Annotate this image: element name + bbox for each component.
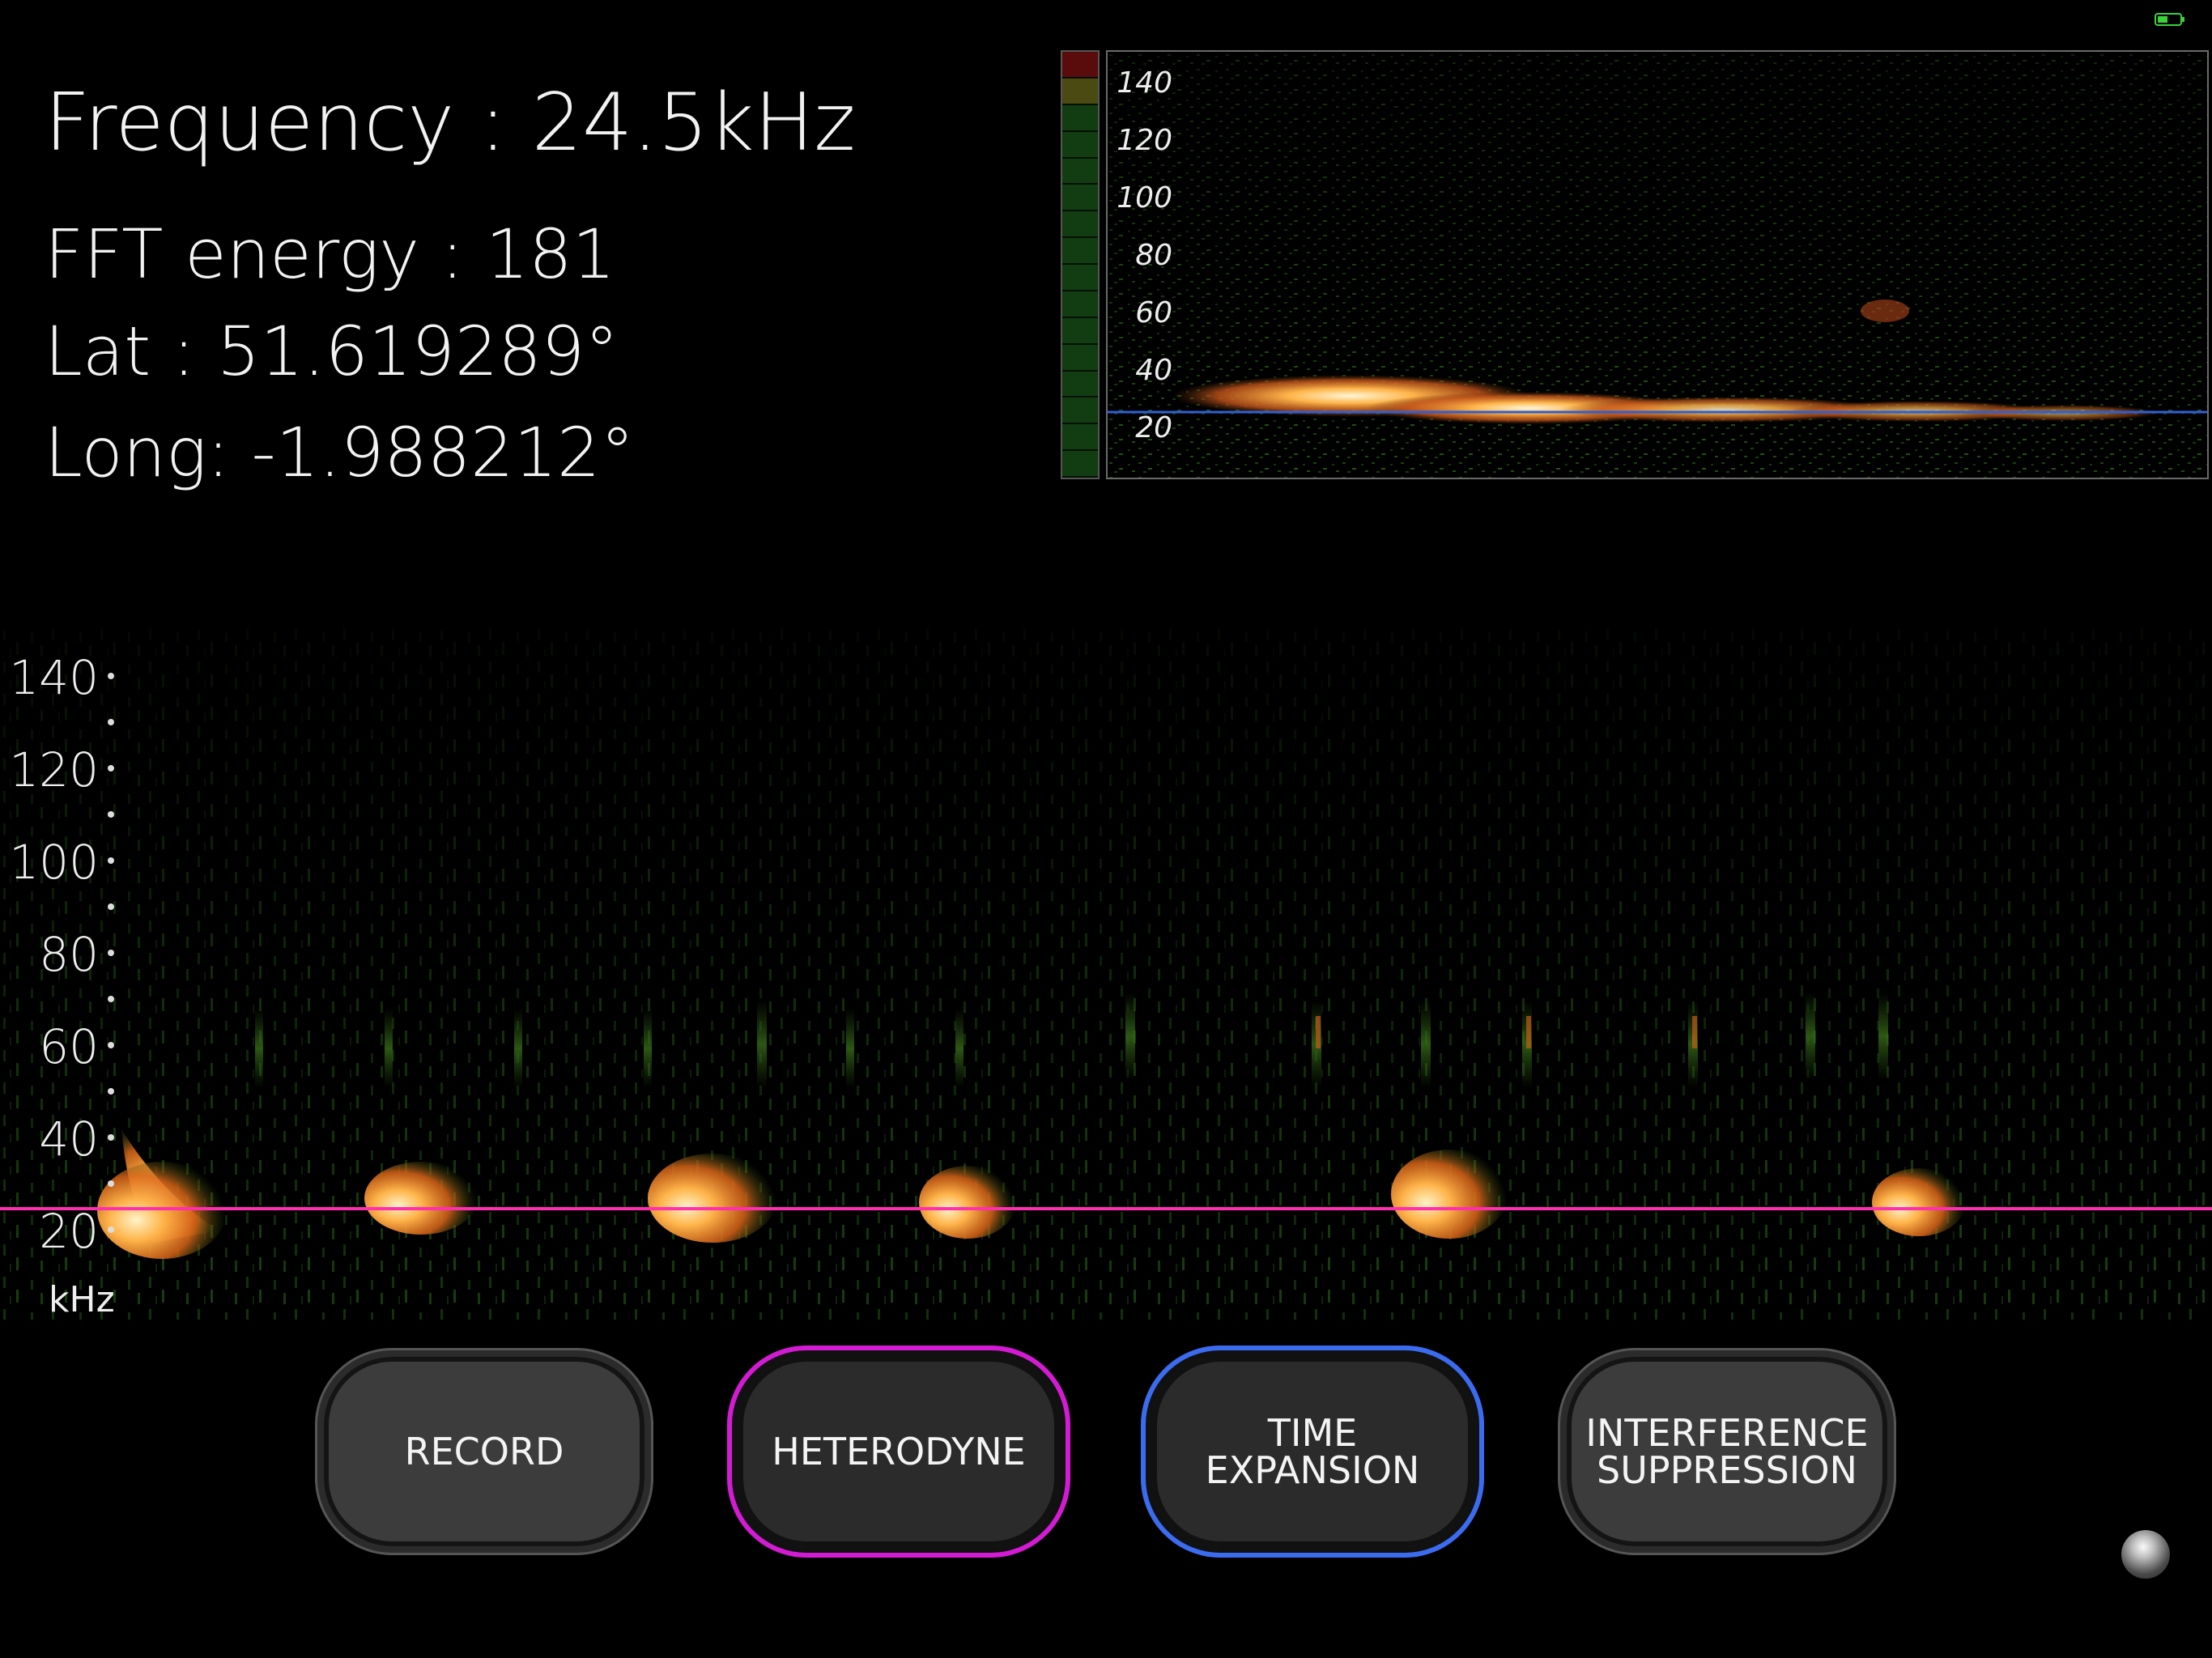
mini-axis-tick-label: 80	[1135, 239, 1172, 272]
fft-energy-readout: FFT energy : 181	[45, 215, 615, 294]
axis-dot	[108, 996, 114, 1002]
light-orb-icon[interactable]	[2121, 1530, 2170, 1579]
axis-tick-label: 60	[39, 1019, 99, 1074]
time-expansion-button-label: TIME EXPANSION	[1205, 1411, 1420, 1492]
interference-suppression-button-label: INTERFERENCE SUPPRESSION	[1585, 1411, 1869, 1492]
axis-dot	[108, 903, 114, 910]
record-button[interactable]: RECORD	[317, 1350, 651, 1553]
axis-tick-label: 20	[39, 1204, 99, 1259]
time-expansion-button[interactable]: TIME EXPANSION	[1146, 1350, 1479, 1553]
mini-spectrogram: 140 120 100 80 60 40 20	[1106, 50, 2209, 479]
axis-dot	[108, 719, 114, 725]
mini-axis-tick-label: 100	[1117, 181, 1172, 215]
heterodyne-button-label: HETERODYNE	[772, 1430, 1026, 1473]
axis-dot	[108, 1088, 114, 1095]
main-spectrogram: 140 120 100 80 60 40 20	[0, 627, 2212, 1320]
axis-dot	[108, 1180, 114, 1187]
axis-dot	[108, 1226, 114, 1233]
latitude-readout: Lat : 51.619289°	[45, 312, 619, 391]
battery-icon	[2155, 13, 2184, 26]
frequency-readout: Frequency : 24.5kHz	[45, 77, 856, 169]
mini-axis-tick-label: 60	[1135, 296, 1172, 329]
axis-dot	[108, 811, 114, 818]
axis-tick-label: 140	[9, 650, 99, 705]
axis-unit-label: kHz	[49, 1279, 115, 1320]
axis-dot	[108, 765, 114, 772]
axis-dot	[108, 1042, 114, 1048]
axis-dot	[108, 673, 114, 679]
mini-axis-tick-label: 120	[1117, 124, 1172, 157]
axis-tick-label: 100	[9, 835, 99, 890]
axis-dot	[108, 857, 114, 864]
axis-tick-label: 40	[39, 1112, 99, 1167]
record-button-label: RECORD	[404, 1430, 564, 1473]
longitude-readout: Long: -1.988212°	[45, 413, 635, 492]
heterodyne-button[interactable]: HETERODYNE	[732, 1350, 1066, 1553]
interference-suppression-button[interactable]: INTERFERENCE SUPPRESSION	[1560, 1350, 1894, 1553]
mini-axis-tick-label: 40	[1135, 354, 1172, 387]
axis-dot	[108, 1134, 114, 1141]
axis-tick-label: 120	[9, 742, 99, 797]
axis-tick-label: 80	[39, 927, 99, 982]
axis-dot	[108, 950, 114, 956]
level-meter	[1061, 50, 1100, 479]
mini-axis-tick-label: 20	[1135, 411, 1172, 444]
mini-axis-tick-label: 140	[1117, 66, 1172, 100]
